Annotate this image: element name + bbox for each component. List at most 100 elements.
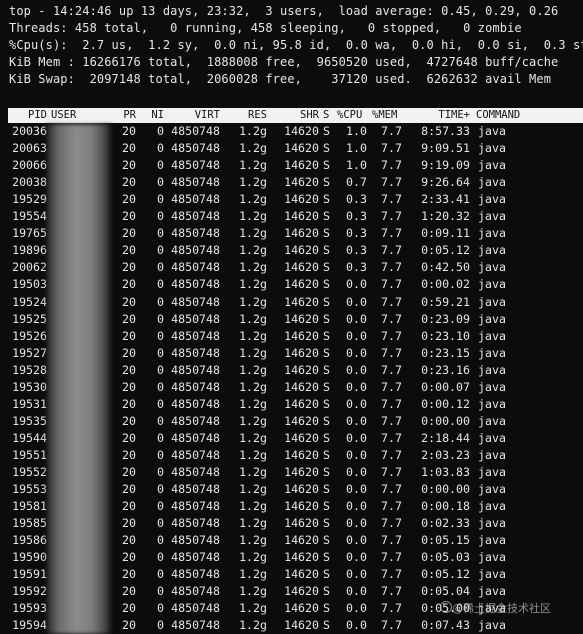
cell-mem: 7.7 bbox=[381, 379, 402, 394]
cell-pr: 20 bbox=[122, 413, 136, 428]
cell-s: S bbox=[323, 277, 330, 292]
cell-res: 1.2g bbox=[239, 362, 267, 377]
cell-virt: 4850748 bbox=[171, 379, 220, 394]
cell-pr: 20 bbox=[122, 345, 136, 360]
cell-mem: 7.7 bbox=[381, 260, 402, 275]
cell-time: 0:00.00 bbox=[421, 413, 470, 428]
cell-command: java bbox=[478, 567, 506, 582]
cell-time: 0:00.00 bbox=[421, 482, 470, 497]
cell-pid: 20063 bbox=[12, 141, 47, 156]
cell-time: 9:19.09 bbox=[421, 158, 470, 173]
cell-pid: 19531 bbox=[12, 396, 47, 411]
cell-s: S bbox=[323, 482, 330, 497]
cell-res: 1.2g bbox=[239, 311, 267, 326]
cell-cpu: 0.0 bbox=[346, 362, 367, 377]
mem-line: KiB Mem : 16266176 total, 1888008 free, … bbox=[9, 55, 559, 69]
cell-command: java bbox=[478, 465, 506, 479]
cell-mem: 7.7 bbox=[381, 311, 402, 326]
cell-virt: 4850748 bbox=[171, 413, 220, 428]
cell-res: 1.2g bbox=[239, 601, 267, 616]
cell-time: 1:20.32 bbox=[421, 209, 470, 224]
cell-cpu: 0.0 bbox=[346, 533, 367, 548]
cell-shr: 14620 bbox=[284, 567, 319, 582]
cell-time: 0:05.12 bbox=[421, 243, 470, 258]
cell-ni: 0 bbox=[157, 379, 164, 394]
cell-s: S bbox=[323, 465, 330, 479]
cell-res: 1.2g bbox=[239, 175, 267, 190]
cell-ni: 0 bbox=[157, 567, 164, 582]
cell-time: 0:00.18 bbox=[421, 499, 470, 514]
cell-mem: 7.7 bbox=[381, 175, 402, 190]
cell-cpu: 0.0 bbox=[346, 294, 367, 309]
cell-res: 1.2g bbox=[239, 345, 267, 360]
cell-cpu: 0.0 bbox=[346, 465, 367, 479]
cell-pid: 19896 bbox=[12, 243, 47, 258]
cell-shr: 14620 bbox=[284, 243, 319, 258]
cell-command: java bbox=[478, 158, 506, 173]
cell-pid: 19591 bbox=[12, 567, 47, 582]
cell-pr: 20 bbox=[122, 584, 136, 599]
cell-ni: 0 bbox=[157, 192, 164, 207]
cell-command: java bbox=[478, 362, 506, 377]
cell-shr: 14620 bbox=[284, 158, 319, 173]
cell-pr: 20 bbox=[122, 618, 136, 633]
cell-pid: 19535 bbox=[12, 413, 47, 428]
cell-command: java bbox=[478, 141, 506, 156]
cell-time: 0:23.09 bbox=[421, 311, 470, 326]
cell-pr: 20 bbox=[122, 192, 136, 207]
cell-command: java bbox=[478, 516, 506, 531]
cell-command: java bbox=[478, 243, 506, 258]
cell-shr: 14620 bbox=[284, 584, 319, 599]
cell-cpu: 0.0 bbox=[346, 447, 367, 462]
cell-pr: 20 bbox=[122, 567, 136, 582]
cell-mem: 7.7 bbox=[381, 294, 402, 309]
cell-mem: 7.7 bbox=[381, 277, 402, 292]
cell-res: 1.2g bbox=[239, 192, 267, 207]
cell-time: 2:33.41 bbox=[421, 192, 470, 207]
col-time: TIME+ bbox=[438, 109, 470, 121]
cell-time: 0:02.33 bbox=[421, 516, 470, 531]
cell-cpu: 0.0 bbox=[346, 618, 367, 633]
cell-s: S bbox=[323, 447, 330, 462]
cell-ni: 0 bbox=[157, 396, 164, 411]
cell-ni: 0 bbox=[157, 601, 164, 616]
cell-res: 1.2g bbox=[239, 550, 267, 565]
cell-mem: 7.7 bbox=[381, 396, 402, 411]
cell-shr: 14620 bbox=[284, 396, 319, 411]
cell-virt: 4850748 bbox=[171, 175, 220, 190]
cell-cpu: 0.0 bbox=[346, 345, 367, 360]
cell-ni: 0 bbox=[157, 141, 164, 156]
cell-virt: 4850748 bbox=[171, 345, 220, 360]
cell-time: 0:59.21 bbox=[421, 294, 470, 309]
cell-command: java bbox=[478, 413, 506, 428]
cell-pr: 20 bbox=[122, 328, 136, 343]
cell-command: java bbox=[478, 294, 506, 309]
cell-time: 2:18.44 bbox=[421, 430, 470, 445]
col-pid: PID bbox=[28, 109, 47, 121]
cell-mem: 7.7 bbox=[381, 618, 402, 633]
cell-mem: 7.7 bbox=[381, 328, 402, 343]
cell-shr: 14620 bbox=[284, 260, 319, 275]
cell-pr: 20 bbox=[122, 482, 136, 497]
uptime-line: top - 14:24:46 up 13 days, 23:32, 3 user… bbox=[9, 4, 559, 18]
terminal-window[interactable]: top - 14:24:46 up 13 days, 23:32, 3 user… bbox=[0, 0, 583, 634]
cell-ni: 0 bbox=[157, 209, 164, 224]
cell-pid: 19586 bbox=[12, 533, 47, 548]
cell-cpu: 0.7 bbox=[346, 175, 367, 190]
cell-res: 1.2g bbox=[239, 567, 267, 582]
cell-pr: 20 bbox=[122, 499, 136, 514]
cell-s: S bbox=[323, 362, 330, 377]
cell-res: 1.2g bbox=[239, 447, 267, 462]
cell-res: 1.2g bbox=[239, 482, 267, 497]
cell-virt: 4850748 bbox=[171, 618, 220, 633]
cell-pid: 20038 bbox=[12, 175, 47, 190]
cell-s: S bbox=[323, 311, 330, 326]
cell-s: S bbox=[323, 413, 330, 428]
threads-line: Threads: 458 total, 0 running, 458 sleep… bbox=[9, 21, 522, 35]
cell-shr: 14620 bbox=[284, 499, 319, 514]
col-mem: %MEM bbox=[372, 109, 398, 121]
cell-ni: 0 bbox=[157, 465, 164, 479]
cell-pid: 19551 bbox=[12, 447, 47, 462]
cell-pr: 20 bbox=[122, 243, 136, 258]
cell-res: 1.2g bbox=[239, 158, 267, 173]
